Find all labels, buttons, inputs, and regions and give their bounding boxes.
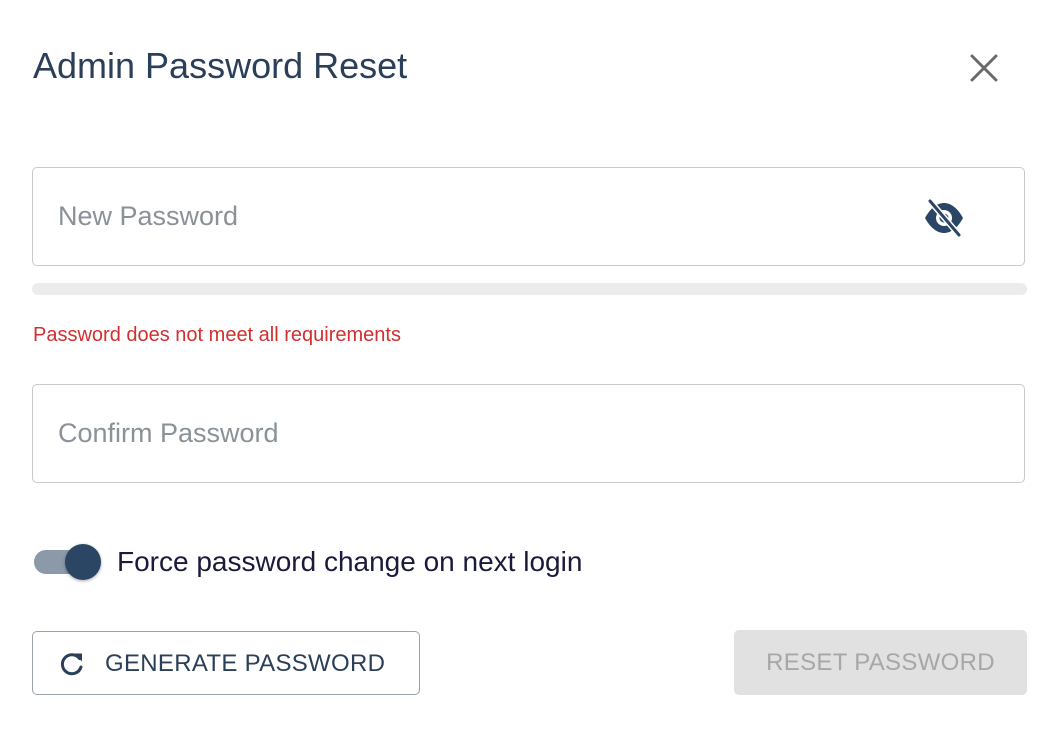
- force-change-label: Force password change on next login: [117, 546, 583, 577]
- new-password-field: [32, 167, 1025, 266]
- generate-password-label: GENERATE PASSWORD: [105, 650, 386, 677]
- confirm-password-input[interactable]: [58, 385, 918, 482]
- password-error-message: Password does not meet all requirements: [33, 324, 401, 346]
- generate-password-button[interactable]: GENERATE PASSWORD: [32, 631, 420, 695]
- eye-off-icon: [925, 198, 963, 238]
- password-reset-dialog: Admin Password Reset Password does not m…: [0, 0, 1060, 744]
- toggle-visibility-button[interactable]: [921, 198, 967, 238]
- close-button[interactable]: [962, 46, 1006, 90]
- confirm-password-field: [32, 384, 1025, 483]
- reset-password-button[interactable]: RESET PASSWORD: [734, 630, 1027, 695]
- password-strength-bar: [32, 283, 1027, 295]
- toggle-thumb: [65, 544, 101, 580]
- refresh-icon: [60, 653, 83, 676]
- new-password-input[interactable]: [58, 168, 918, 265]
- reset-password-label: RESET PASSWORD: [766, 648, 995, 676]
- close-icon: [970, 54, 998, 82]
- force-change-toggle[interactable]: [33, 543, 103, 581]
- dialog-title: Admin Password Reset: [33, 45, 408, 86]
